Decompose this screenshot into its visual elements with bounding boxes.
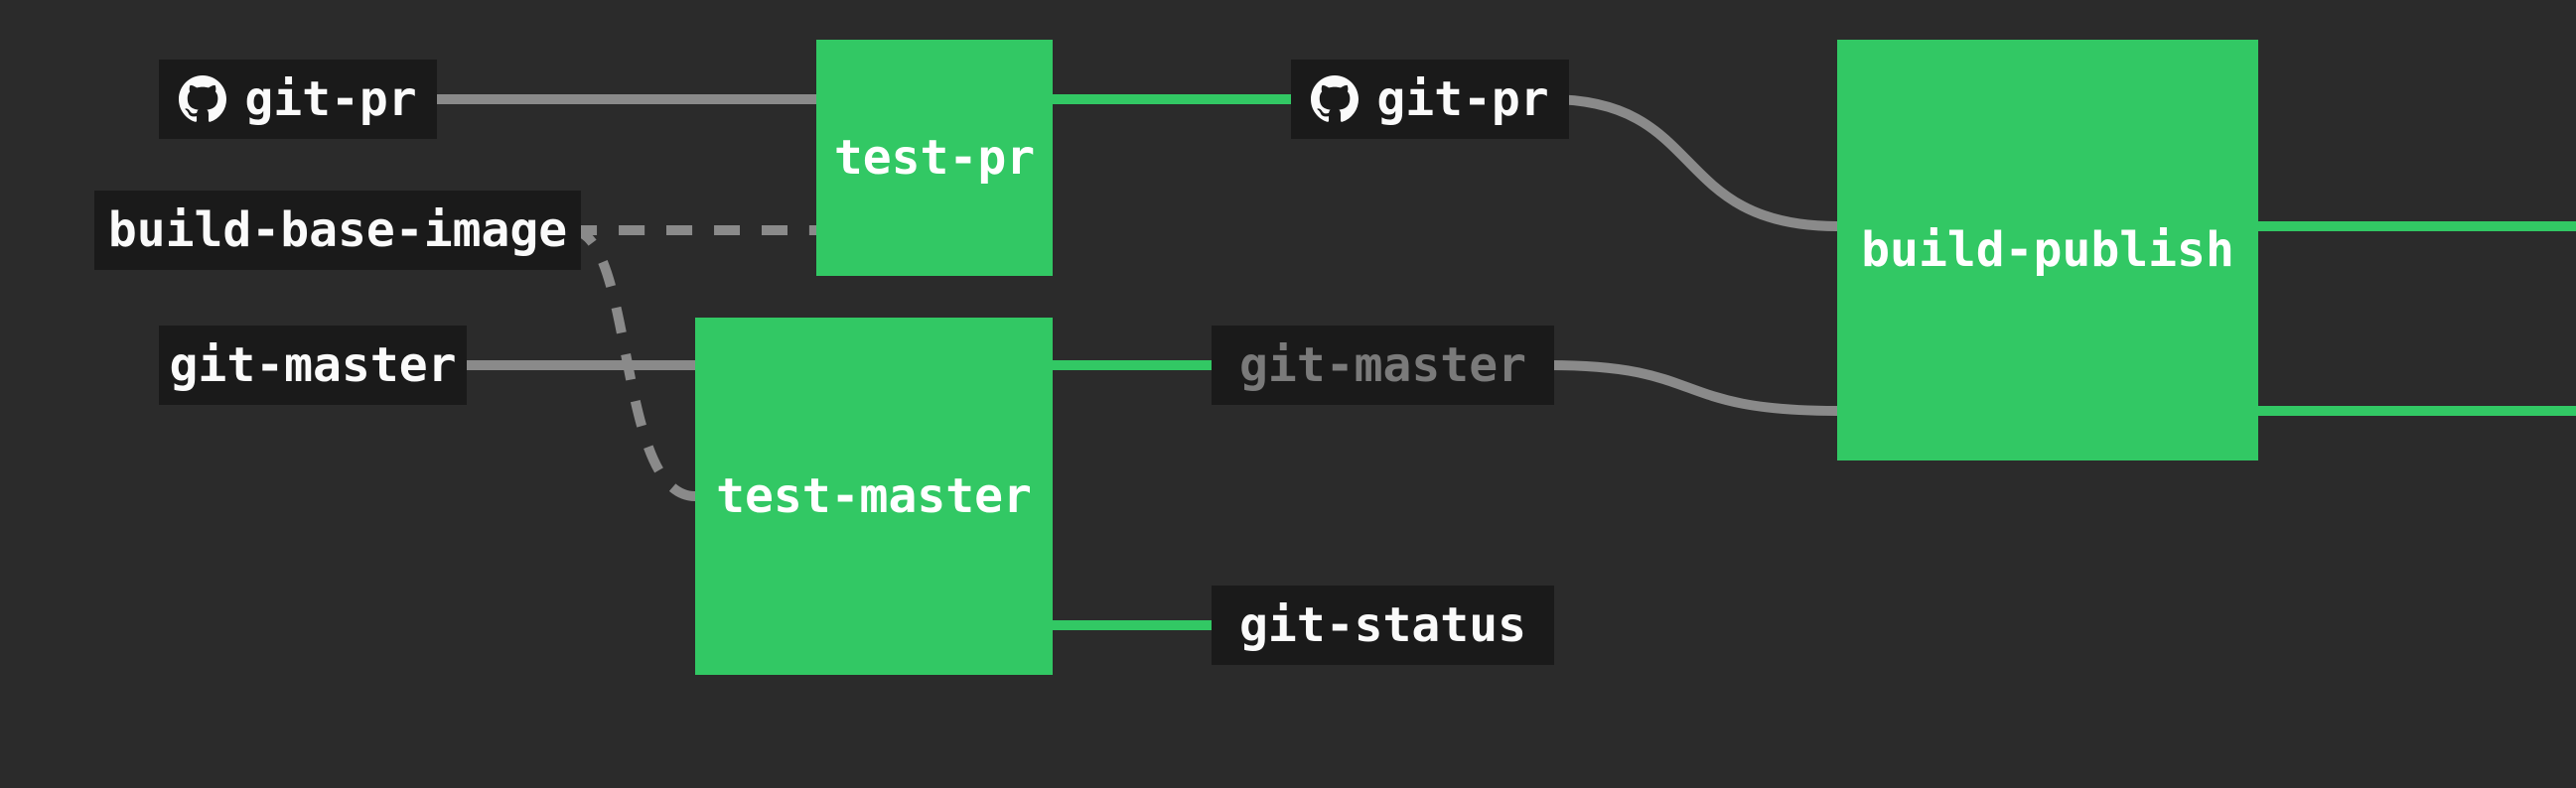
edge-git-master-out-to-build-publish: [1549, 365, 1837, 411]
job-build-publish[interactable]: build-publish: [1837, 40, 2258, 460]
resource-label: git-master: [1239, 337, 1526, 393]
job-test-pr[interactable]: test-pr: [816, 40, 1053, 276]
job-test-master[interactable]: test-master: [695, 318, 1053, 675]
resource-build-base-image[interactable]: build-base-image: [94, 191, 581, 270]
resource-git-status[interactable]: git-status: [1212, 586, 1554, 665]
github-icon: [1311, 75, 1359, 123]
job-label: build-publish: [1861, 222, 2234, 278]
resource-git-pr-in[interactable]: git-pr: [159, 60, 437, 139]
resource-label: git-master: [170, 337, 457, 393]
job-label: test-master: [716, 468, 1032, 524]
resource-label: git-pr: [244, 71, 416, 127]
edge-git-pr-out-to-build-publish: [1549, 99, 1837, 226]
resource-label: git-status: [1239, 597, 1526, 653]
resource-label: build-base-image: [108, 202, 567, 258]
resource-git-pr-out[interactable]: git-pr: [1291, 60, 1569, 139]
pipeline-canvas: git-pr build-base-image git-master test-…: [0, 0, 2576, 788]
job-label: test-pr: [834, 130, 1035, 186]
resource-git-master-out[interactable]: git-master: [1212, 326, 1554, 405]
edge-build-base-image-to-test-master: [571, 230, 695, 496]
resource-git-master-in[interactable]: git-master: [159, 326, 467, 405]
resource-label: git-pr: [1376, 71, 1548, 127]
github-icon: [179, 75, 226, 123]
